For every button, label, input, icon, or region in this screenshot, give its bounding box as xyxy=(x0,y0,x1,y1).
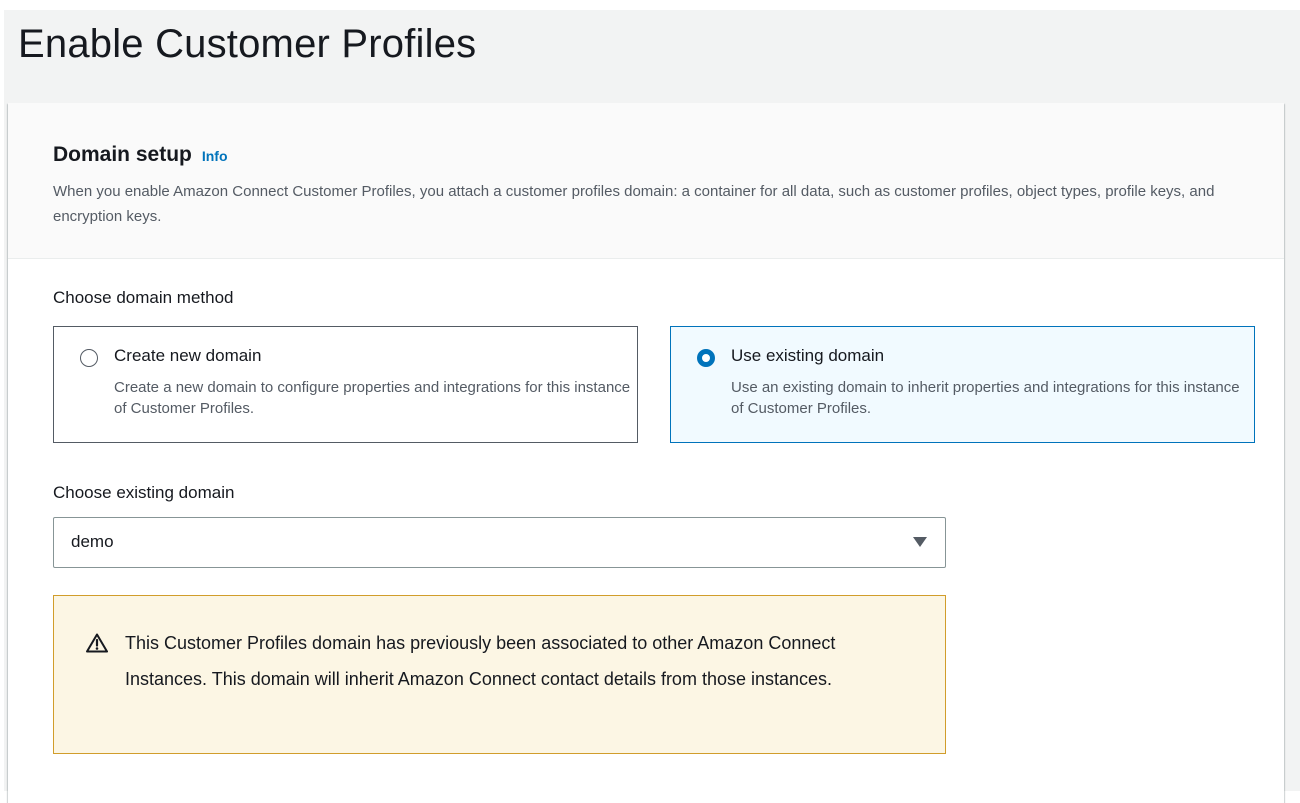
tile-label: Create new domain xyxy=(114,346,262,365)
container-header: Domain setup Info When you enable Amazon… xyxy=(8,103,1284,259)
alert-text: This Customer Profiles domain has previo… xyxy=(125,633,836,689)
section-title: Domain setup xyxy=(53,143,192,166)
tile-description: Create a new domain to configure propert… xyxy=(114,379,631,417)
caret-down-icon xyxy=(913,537,927,547)
tile-description: Use an existing domain to inherit proper… xyxy=(731,379,1240,417)
radio-use-existing-domain[interactable] xyxy=(697,349,715,367)
info-link[interactable]: Info xyxy=(202,148,228,164)
existing-domain-select[interactable]: demo xyxy=(53,517,946,568)
select-value: demo xyxy=(71,532,114,551)
tile-label: Use existing domain xyxy=(731,346,885,365)
page-title: Enable Customer Profiles xyxy=(18,22,477,66)
tile-use-existing-domain[interactable]: Use existing domain Use an existing doma… xyxy=(670,326,1255,443)
radio-create-new-domain[interactable] xyxy=(80,349,98,367)
warning-alert: This Customer Profiles domain has previo… xyxy=(53,595,946,754)
section-description: When you enable Amazon Connect Customer … xyxy=(53,183,1215,225)
domain-method-label: Choose domain method xyxy=(53,288,234,307)
tile-create-new-domain[interactable]: Create new domain Create a new domain to… xyxy=(53,326,638,443)
header-title-row: Domain setup Info xyxy=(53,143,228,167)
domain-setup-container: Domain setup Info When you enable Amazon… xyxy=(8,103,1284,803)
existing-domain-label: Choose existing domain xyxy=(53,483,235,502)
warning-icon xyxy=(86,633,108,653)
page-background: Enable Customer Profiles Domain setup In… xyxy=(4,10,1300,803)
